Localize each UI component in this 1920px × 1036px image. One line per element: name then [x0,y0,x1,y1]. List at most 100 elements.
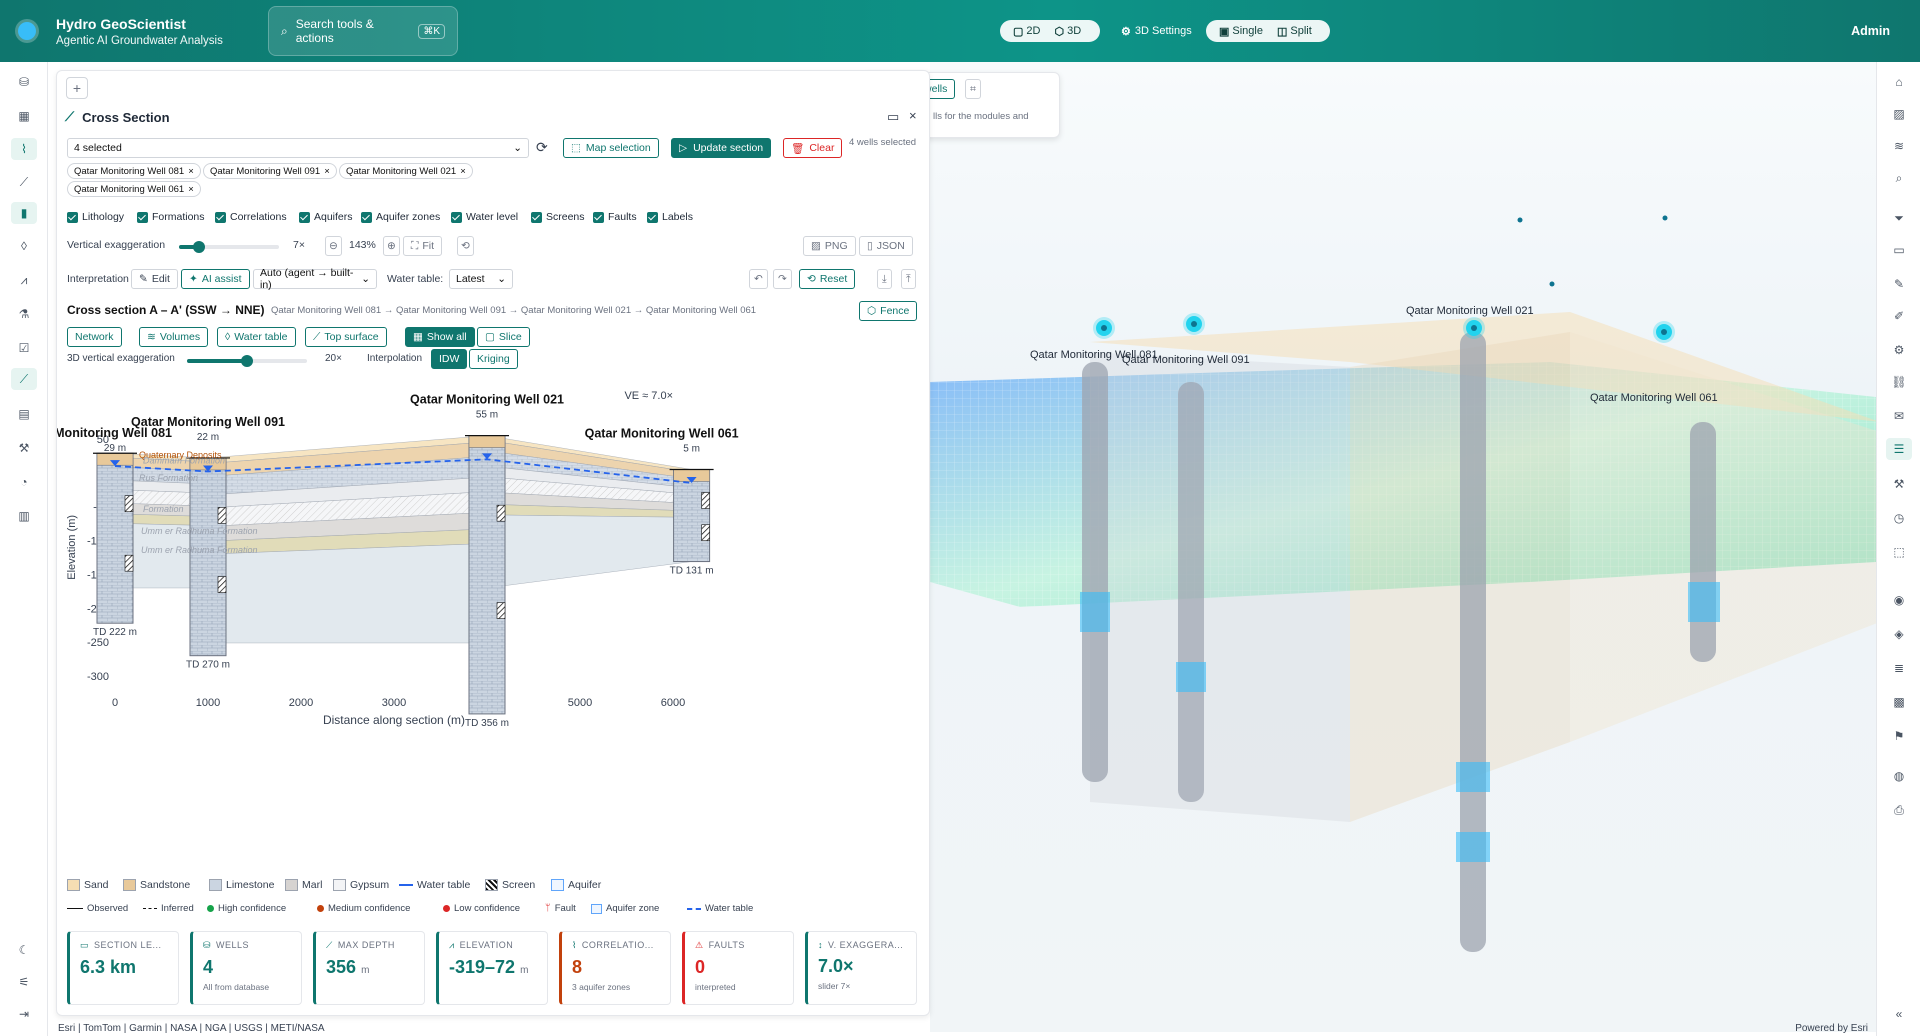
update-section-button[interactable]: ▷ Update section [671,138,772,158]
layer-correlations-checkbox[interactable]: Correlations [215,211,287,223]
ai-assist-button[interactable]: ✦ AI assist [181,269,250,289]
split-view-button[interactable]: ◫ Split [1270,21,1319,41]
database-icon[interactable]: ⛁ [16,74,32,90]
layer-aquifers-checkbox[interactable]: Aquifers [299,211,353,223]
map-3d-view[interactable]: Qatar Monitoring Well 021 Qatar Monitori… [930,62,1880,1032]
search-button[interactable]: ⌕ Search tools & actions ⌘K [268,6,458,56]
document-icon[interactable]: ▥ [16,508,32,524]
sliders-icon[interactable]: ⚟ [16,974,32,990]
add-panel-button[interactable]: + [66,77,88,99]
network-view-button[interactable]: Network [67,327,122,347]
chart-icon[interactable]: ⌇ [11,138,37,160]
edit-icon[interactable]: ✐ [1891,308,1907,324]
interpretation-mode-dropdown[interactable]: Auto (agent → built-in) ⌄ [253,267,377,291]
ve3d-slider[interactable] [187,355,307,367]
rotate-button[interactable]: ⟲ [457,236,474,256]
cross-section-chart[interactable]: 500-50-100-150-200-250-30001000200030004… [57,381,857,801]
fence-button[interactable]: ⬡ Fence [859,301,918,321]
section-length-card[interactable]: ▭ SECTION LE... 6.3 km [67,931,179,1005]
view-2d-button[interactable]: ▢ 2D [1006,21,1047,41]
layer-labels-checkbox[interactable]: Labels [647,211,693,223]
checklist-icon[interactable]: ☑ [16,340,32,356]
top-surface-view-button[interactable]: ⟋ Top surface [305,327,387,347]
layer-lithology-checkbox[interactable]: Lithology [67,211,124,223]
tag-icon[interactable]: ◈ [1891,626,1907,642]
max-depth-card[interactable]: ⟋ MAX DEPTH 356 m [313,931,425,1005]
tool-icon[interactable]: ⚒ [16,440,32,456]
faults-card[interactable]: ⚠ FAULTS 0 interpreted [682,931,794,1005]
well-marker-061[interactable] [1656,324,1672,340]
network-icon[interactable]: ⛓ [1891,374,1907,390]
water-table-view-button[interactable]: ◊ Water table [217,327,296,347]
ve-slider[interactable] [179,241,279,253]
well-chip[interactable]: Qatar Monitoring Well 081 × [67,163,201,179]
cross-section-icon[interactable]: ⟋ [16,174,32,190]
chart-box-icon[interactable]: ▨ [1891,106,1907,122]
well-marker-081[interactable] [1096,320,1112,336]
minimize-icon[interactable]: ▭ [887,109,899,125]
print-icon[interactable]: ⎙ [1891,802,1907,818]
layer-formations-checkbox[interactable]: Formations [137,211,205,223]
filter-icon[interactable]: ⏷ [1891,210,1907,226]
gear-icon[interactable]: ⚙ [1891,342,1907,358]
remove-icon[interactable]: × [188,166,194,177]
tag-select-button[interactable]: ⌗ [965,79,981,99]
remove-icon[interactable]: × [324,166,330,177]
brand[interactable]: Hydro GeoScientist Agentic AI Groundwate… [0,0,252,62]
water-table-dropdown[interactable]: Latest ⌄ [449,269,513,289]
wrench-icon[interactable]: ⚒ [1891,476,1907,492]
kriging-button[interactable]: Kriging [469,349,518,369]
redo-button[interactable]: ↷ [773,269,792,289]
well-marker-091[interactable] [1186,316,1202,332]
view-3d-button[interactable]: ⬡ 3D [1047,21,1088,41]
layer-faults-checkbox[interactable]: Faults [593,211,637,223]
correlations-card[interactable]: ⌇ CORRELATIO... 8 3 aquifer zones [559,931,671,1005]
well-chip[interactable]: Qatar Monitoring Well 021 × [339,163,473,179]
logout-icon[interactable]: ⇥ [16,1006,32,1022]
pencil-icon[interactable]: ✎ [1891,276,1907,292]
undo-button[interactable]: ↶ [749,269,768,289]
well-chip[interactable]: Qatar Monitoring Well 091 × [203,163,337,179]
edit-button[interactable]: ✎ Edit [131,269,178,289]
export-png-button[interactable]: ▨ PNG [803,236,856,256]
layer-aquifer-zones-checkbox[interactable]: Aquifer zones [361,211,440,223]
upload-button[interactable]: ⤒ [901,269,916,289]
slice-view-button[interactable]: ▢ Slice [477,327,530,347]
volumes-view-button[interactable]: ≋ Volumes [139,327,209,347]
v-exaggeration-card[interactable]: ↕ V. EXAGGERA... 7.0× slider 7× [805,931,917,1005]
single-view-button[interactable]: ▣ Single [1212,21,1270,41]
clear-button[interactable]: 🗑 Clear [783,138,843,158]
building-icon[interactable]: ⌂ [1891,74,1907,90]
select-area-icon[interactable]: ⬚ [1891,544,1907,560]
remove-icon[interactable]: × [460,166,466,177]
well-selection-dropdown[interactable]: 4 selected ⌄ [67,138,529,158]
user-menu[interactable]: Admin [1851,24,1890,38]
map-selection-button[interactable]: ⬚ Map selection [563,138,659,158]
section-icon[interactable]: ⟋ [11,368,37,390]
flask-icon[interactable]: ⚗ [16,306,32,322]
reset-button[interactable]: ⟲ Reset [799,269,856,289]
qr-icon[interactable]: ▩ [1891,694,1907,710]
layer-water-level-checkbox[interactable]: Water level [451,211,518,223]
download-button[interactable]: ⤓ [877,269,892,289]
table-icon[interactable]: ▦ [16,108,32,124]
trend-icon[interactable]: ⩘ [16,272,32,288]
remove-icon[interactable]: × [188,184,194,195]
refresh-icon[interactable]: ⟳ [536,139,548,156]
well-chip[interactable]: Qatar Monitoring Well 061 × [67,181,201,197]
well-marker-021[interactable] [1466,320,1482,336]
bar-chart-icon[interactable]: ▮ [11,202,37,224]
idw-button[interactable]: IDW [431,349,468,369]
export-json-button[interactable]: ▯ JSON [859,236,913,256]
ve-slider-knob[interactable] [193,241,205,253]
zoom-out-button[interactable]: ⊖ [325,236,342,256]
close-icon[interactable]: × [909,108,917,123]
globe-icon[interactable]: ◍ [1891,768,1907,784]
message-icon[interactable]: ✉ [1891,408,1907,424]
zoom-in-button[interactable]: ⊕ [383,236,400,256]
moon-icon[interactable]: ☾ [16,942,32,958]
ve3d-slider-knob[interactable] [241,355,253,367]
collapse-icon[interactable]: « [1891,1006,1907,1022]
wells-card[interactable]: ⛁ WELLS 4 All from database [190,931,302,1005]
bookmark-icon[interactable]: ⚑ [1891,728,1907,744]
